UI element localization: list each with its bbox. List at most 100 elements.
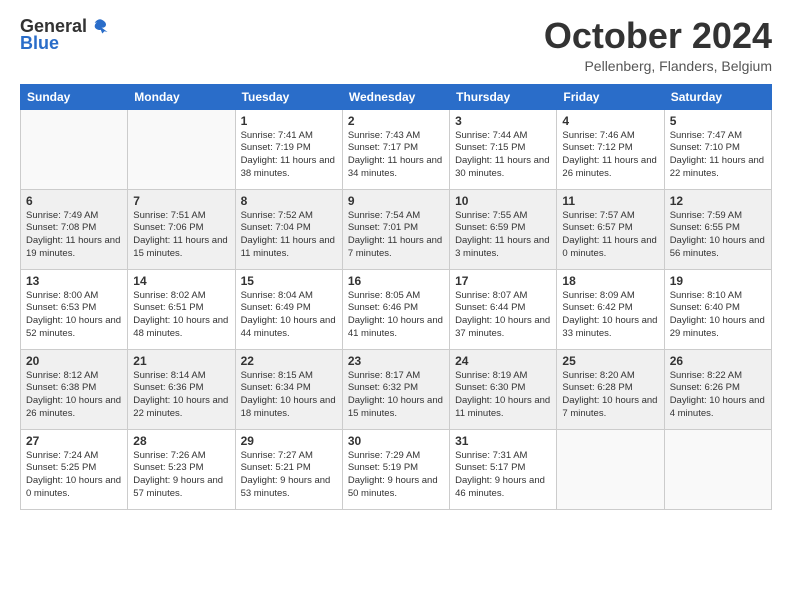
calendar-cell: 16 Sunrise: 8:05 AM Sunset: 6:46 PM Dayli… (342, 269, 449, 349)
title-block: October 2024 Pellenberg, Flanders, Belgi… (544, 16, 772, 74)
day-number: 8 (241, 194, 337, 208)
calendar-cell: 5 Sunrise: 7:47 AM Sunset: 7:10 PM Daylig… (664, 109, 771, 189)
day-info: Sunrise: 7:54 AM Sunset: 7:01 PM Dayligh… (348, 210, 444, 261)
day-number: 14 (133, 274, 229, 288)
calendar-cell: 22 Sunrise: 8:15 AM Sunset: 6:34 PM Dayli… (235, 349, 342, 429)
weekday-header-wednesday: Wednesday (342, 84, 449, 109)
logo-blue-text: Blue (20, 33, 59, 54)
calendar-week-row: 6 Sunrise: 7:49 AM Sunset: 7:08 PM Daylig… (21, 189, 772, 269)
calendar-cell: 19 Sunrise: 8:10 AM Sunset: 6:40 PM Dayli… (664, 269, 771, 349)
calendar-cell: 23 Sunrise: 8:17 AM Sunset: 6:32 PM Dayli… (342, 349, 449, 429)
day-info: Sunrise: 7:57 AM Sunset: 6:57 PM Dayligh… (562, 210, 658, 261)
calendar-cell: 21 Sunrise: 8:14 AM Sunset: 6:36 PM Dayli… (128, 349, 235, 429)
calendar-cell: 3 Sunrise: 7:44 AM Sunset: 7:15 PM Daylig… (450, 109, 557, 189)
calendar-cell (128, 109, 235, 189)
calendar-cell: 24Sunrise: 8:19 AM Sunset: 6:30 PM Dayli… (450, 349, 557, 429)
day-info: Sunrise: 8:15 AM Sunset: 6:34 PM Dayligh… (241, 370, 337, 421)
calendar-cell: 7 Sunrise: 7:51 AM Sunset: 7:06 PM Daylig… (128, 189, 235, 269)
weekday-header-saturday: Saturday (664, 84, 771, 109)
day-info: Sunrise: 7:27 AM Sunset: 5:21 PM Dayligh… (241, 450, 337, 501)
weekday-header-sunday: Sunday (21, 84, 128, 109)
day-number: 17 (455, 274, 551, 288)
calendar-cell: 8 Sunrise: 7:52 AM Sunset: 7:04 PM Daylig… (235, 189, 342, 269)
day-info: Sunrise: 7:46 AM Sunset: 7:12 PM Dayligh… (562, 130, 658, 181)
calendar-cell (21, 109, 128, 189)
calendar-cell: 11 Sunrise: 7:57 AM Sunset: 6:57 PM Dayli… (557, 189, 664, 269)
day-info: Sunrise: 8:10 AM Sunset: 6:40 PM Dayligh… (670, 290, 766, 341)
day-info: Sunrise: 7:52 AM Sunset: 7:04 PM Dayligh… (241, 210, 337, 261)
day-number: 22 (241, 354, 337, 368)
day-number: 28 (133, 434, 229, 448)
day-number: 27 (26, 434, 122, 448)
day-info: Sunrise: 8:17 AM Sunset: 6:32 PM Dayligh… (348, 370, 444, 421)
day-number: 6 (26, 194, 122, 208)
calendar-cell: 26 Sunrise: 8:22 AM Sunset: 6:26 PM Dayli… (664, 349, 771, 429)
calendar-cell: 15 Sunrise: 8:04 AM Sunset: 6:49 PM Dayli… (235, 269, 342, 349)
day-number: 1 (241, 114, 337, 128)
calendar-cell: 14 Sunrise: 8:02 AM Sunset: 6:51 PM Dayli… (128, 269, 235, 349)
calendar-cell: 28Sunrise: 7:26 AM Sunset: 5:23 PM Dayli… (128, 429, 235, 509)
day-number: 20 (26, 354, 122, 368)
day-number: 29 (241, 434, 337, 448)
calendar-week-row: 1 Sunrise: 7:41 AM Sunset: 7:19 PM Daylig… (21, 109, 772, 189)
day-number: 5 (670, 114, 766, 128)
day-number: 18 (562, 274, 658, 288)
calendar-cell: 31Sunrise: 7:31 AM Sunset: 5:17 PM Dayli… (450, 429, 557, 509)
calendar-cell: 27Sunrise: 7:24 AM Sunset: 5:25 PM Dayli… (21, 429, 128, 509)
day-number: 31 (455, 434, 551, 448)
calendar-table: SundayMondayTuesdayWednesdayThursdayFrid… (20, 84, 772, 510)
calendar-cell (664, 429, 771, 509)
day-info: Sunrise: 8:19 AM Sunset: 6:30 PM Dayligh… (455, 370, 551, 421)
logo-bird-icon (91, 17, 109, 35)
day-info: Sunrise: 8:12 AM Sunset: 6:38 PM Dayligh… (26, 370, 122, 421)
calendar-header: SundayMondayTuesdayWednesdayThursdayFrid… (21, 84, 772, 109)
logo: General Blue (20, 16, 109, 54)
day-info: Sunrise: 8:05 AM Sunset: 6:46 PM Dayligh… (348, 290, 444, 341)
day-number: 3 (455, 114, 551, 128)
day-info: Sunrise: 8:14 AM Sunset: 6:36 PM Dayligh… (133, 370, 229, 421)
day-number: 21 (133, 354, 229, 368)
calendar-cell: 25Sunrise: 8:20 AM Sunset: 6:28 PM Dayli… (557, 349, 664, 429)
day-info: Sunrise: 7:41 AM Sunset: 7:19 PM Dayligh… (241, 130, 337, 181)
calendar-cell (557, 429, 664, 509)
day-info: Sunrise: 7:51 AM Sunset: 7:06 PM Dayligh… (133, 210, 229, 261)
day-number: 7 (133, 194, 229, 208)
day-number: 11 (562, 194, 658, 208)
day-info: Sunrise: 8:02 AM Sunset: 6:51 PM Dayligh… (133, 290, 229, 341)
day-info: Sunrise: 7:44 AM Sunset: 7:15 PM Dayligh… (455, 130, 551, 181)
calendar-cell: 12Sunrise: 7:59 AM Sunset: 6:55 PM Dayli… (664, 189, 771, 269)
weekday-header-friday: Friday (557, 84, 664, 109)
weekday-header-monday: Monday (128, 84, 235, 109)
calendar-cell: 13Sunrise: 8:00 AM Sunset: 6:53 PM Dayli… (21, 269, 128, 349)
day-info: Sunrise: 8:07 AM Sunset: 6:44 PM Dayligh… (455, 290, 551, 341)
day-number: 30 (348, 434, 444, 448)
day-info: Sunrise: 8:22 AM Sunset: 6:26 PM Dayligh… (670, 370, 766, 421)
month-title: October 2024 (544, 16, 772, 56)
page: General Blue October 2024 Pellenberg, Fl… (0, 0, 792, 612)
day-number: 19 (670, 274, 766, 288)
calendar-cell: 29 Sunrise: 7:27 AM Sunset: 5:21 PM Dayli… (235, 429, 342, 509)
day-info: Sunrise: 8:04 AM Sunset: 6:49 PM Dayligh… (241, 290, 337, 341)
day-number: 23 (348, 354, 444, 368)
day-info: Sunrise: 7:43 AM Sunset: 7:17 PM Dayligh… (348, 130, 444, 181)
day-number: 12 (670, 194, 766, 208)
header: General Blue October 2024 Pellenberg, Fl… (20, 16, 772, 74)
day-number: 26 (670, 354, 766, 368)
calendar-cell: 9 Sunrise: 7:54 AM Sunset: 7:01 PM Daylig… (342, 189, 449, 269)
day-number: 9 (348, 194, 444, 208)
day-number: 13 (26, 274, 122, 288)
calendar-cell: 2 Sunrise: 7:43 AM Sunset: 7:17 PM Daylig… (342, 109, 449, 189)
weekday-header-thursday: Thursday (450, 84, 557, 109)
calendar-week-row: 27Sunrise: 7:24 AM Sunset: 5:25 PM Dayli… (21, 429, 772, 509)
calendar-body: 1 Sunrise: 7:41 AM Sunset: 7:19 PM Daylig… (21, 109, 772, 509)
calendar-week-row: 13Sunrise: 8:00 AM Sunset: 6:53 PM Dayli… (21, 269, 772, 349)
day-number: 16 (348, 274, 444, 288)
day-info: Sunrise: 7:47 AM Sunset: 7:10 PM Dayligh… (670, 130, 766, 181)
day-info: Sunrise: 8:09 AM Sunset: 6:42 PM Dayligh… (562, 290, 658, 341)
day-number: 15 (241, 274, 337, 288)
day-info: Sunrise: 7:49 AM Sunset: 7:08 PM Dayligh… (26, 210, 122, 261)
day-number: 2 (348, 114, 444, 128)
calendar-cell: 4Sunrise: 7:46 AM Sunset: 7:12 PM Daylig… (557, 109, 664, 189)
weekday-header-tuesday: Tuesday (235, 84, 342, 109)
calendar-cell: 10Sunrise: 7:55 AM Sunset: 6:59 PM Dayli… (450, 189, 557, 269)
